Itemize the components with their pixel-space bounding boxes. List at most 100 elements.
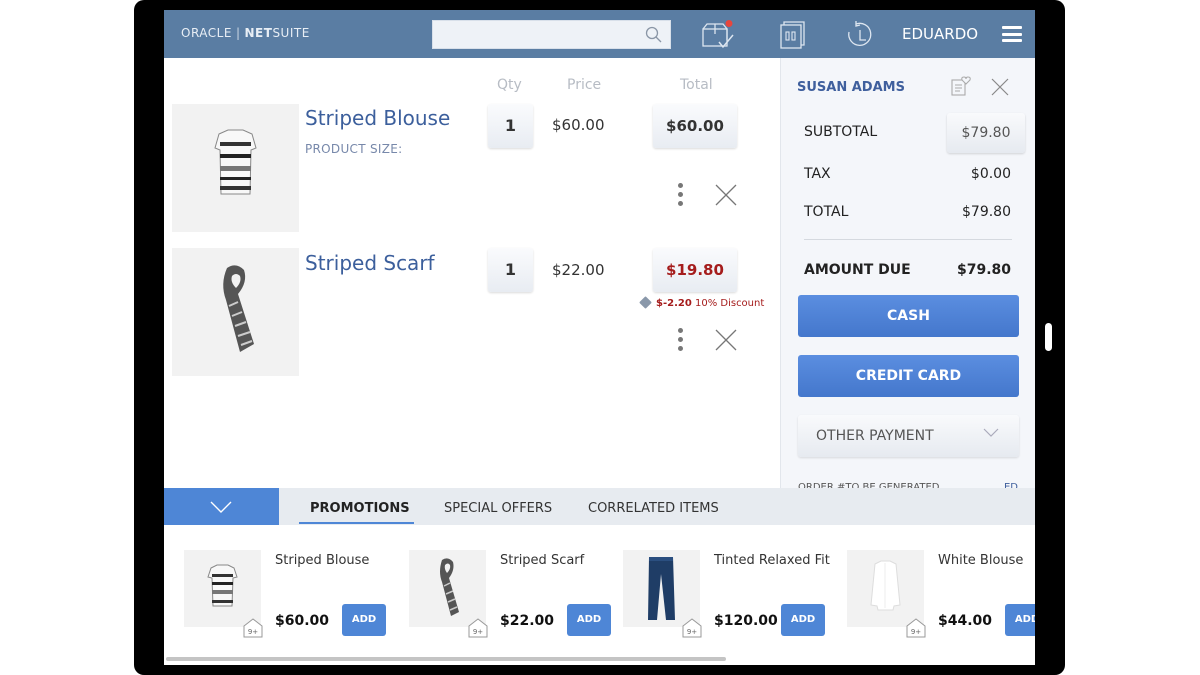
search-input[interactable] [432, 20, 671, 49]
suggestion-image[interactable] [847, 550, 924, 627]
add-button[interactable]: ADD [567, 604, 611, 636]
stock-badge: 9+ [468, 618, 488, 638]
suggestion-name: Tinted Relaxed Fit [714, 553, 830, 568]
total-label: TOTAL [804, 204, 849, 220]
amount-due-value: $79.80 [956, 262, 1011, 278]
cash-button[interactable]: CASH [798, 295, 1019, 337]
add-button[interactable]: ADD [781, 604, 825, 636]
remove-item-icon[interactable] [714, 183, 738, 207]
suggestion-card: Striped Scarf $22.00 ADD 9+ [409, 550, 624, 650]
tablet-home-indicator [1045, 323, 1052, 351]
logo-net: NET [244, 26, 273, 40]
warehouse-icon: 9+ [243, 618, 263, 638]
tab-special-offers[interactable]: SPECIAL OFFERS [444, 501, 552, 516]
package-check-icon[interactable] [700, 20, 734, 50]
history-icon[interactable] [844, 20, 878, 50]
subtotal-label: SUBTOTAL [804, 124, 878, 140]
scarf-icon [440, 558, 459, 616]
warehouse-icon: 9+ [906, 618, 926, 638]
summary-divider [804, 239, 1012, 240]
suggestions-tab-bar: PROMOTIONS SPECIAL OFFERS CORRELATED ITE… [164, 488, 1035, 525]
unit-price: $22.00 [552, 261, 605, 279]
stock-badge: 9+ [682, 618, 702, 638]
top-header: ORACLE | NETSUITE EDUARDO [164, 10, 1035, 58]
remove-item-icon[interactable] [714, 328, 738, 352]
amount-due-label: AMOUNT DUE [804, 262, 911, 278]
logo-separator: | [235, 26, 241, 40]
blouse-icon [207, 564, 238, 607]
chevron-down-icon [983, 428, 999, 437]
discount-amount: $-2.20 [656, 298, 692, 309]
customer-name[interactable]: SUSAN ADAMS [797, 80, 905, 95]
svg-text:9+: 9+ [911, 628, 921, 636]
tax-label: TAX [804, 166, 831, 182]
suggestion-price: $44.00 [938, 613, 993, 629]
other-payment-label: OTHER PAYMENT [816, 428, 934, 444]
line-total[interactable]: $60.00 [653, 104, 737, 148]
total-value: $79.80 [962, 204, 1011, 220]
svg-text:9+: 9+ [248, 628, 258, 636]
register-icon[interactable] [776, 20, 810, 50]
discount-note: $-2.20 10% Discount [639, 296, 765, 309]
notification-dot [725, 20, 733, 27]
line-total[interactable]: $19.80 [653, 248, 737, 292]
column-price: Price [567, 77, 602, 93]
column-qty: Qty [497, 77, 522, 93]
stock-badge: 9+ [243, 618, 263, 638]
jeans-icon [648, 557, 675, 620]
collapse-panel-button[interactable] [164, 488, 279, 525]
stock-badge: 9+ [906, 618, 926, 638]
close-customer-icon[interactable] [991, 78, 1009, 96]
suggestion-image[interactable] [623, 550, 700, 627]
discount-label: 10% Discount [694, 298, 765, 309]
customer-favorites-icon[interactable] [951, 76, 973, 96]
suggestion-name: White Blouse [938, 553, 1024, 568]
quantity-field[interactable]: 1 [488, 104, 533, 148]
suggestion-card: White Blouse $44.00 ADD 9+ [847, 550, 1035, 650]
other-payment-dropdown[interactable]: OTHER PAYMENT [798, 415, 1019, 457]
suggestion-card: Striped Blouse $60.00 ADD 9+ [184, 550, 399, 650]
blouse-icon [214, 129, 257, 195]
more-options-icon[interactable] [676, 328, 684, 354]
credit-card-button[interactable]: CREDIT CARD [798, 355, 1019, 397]
suggestion-image[interactable] [409, 550, 486, 627]
suggestion-price: $22.00 [500, 613, 555, 629]
quantity-field[interactable]: 1 [488, 248, 533, 292]
horizontal-scrollbar[interactable] [166, 657, 726, 661]
tag-icon [639, 296, 652, 309]
svg-text:9+: 9+ [687, 628, 697, 636]
scarf-icon [223, 265, 254, 352]
product-image-scarf [172, 248, 299, 376]
suggestion-price: $60.00 [275, 613, 330, 629]
product-size-label: PRODUCT SIZE: [305, 142, 403, 156]
suggestion-card: Tinted Relaxed Fit $120.00 ADD 9+ [623, 550, 838, 650]
logo-oracle: ORACLE [181, 26, 232, 40]
svg-text:9+: 9+ [473, 628, 483, 636]
warehouse-icon: 9+ [468, 618, 488, 638]
active-tab-indicator [299, 522, 414, 524]
unit-price: $60.00 [552, 116, 605, 134]
subtotal-value[interactable]: $79.80 [947, 113, 1025, 153]
white-blouse-icon [870, 560, 901, 611]
cart-list: Qty Price Total Striped Blouse PRODUCT S… [164, 58, 780, 488]
tab-promotions[interactable]: PROMOTIONS [310, 501, 410, 516]
logo-suite: SUITE [272, 26, 310, 40]
suggestion-image[interactable] [184, 550, 261, 627]
suggestion-name: Striped Scarf [500, 553, 585, 568]
more-options-icon[interactable] [676, 183, 684, 209]
product-name[interactable]: Striped Scarf [305, 251, 435, 275]
suggestions-carousel: Striped Blouse $60.00 ADD 9+ Striped Sca… [164, 525, 1035, 665]
search-icon[interactable] [645, 26, 662, 43]
hamburger-menu-icon[interactable] [1002, 26, 1022, 42]
column-total: Total [680, 77, 713, 93]
tax-value: $0.00 [970, 166, 1011, 182]
product-image-blouse [172, 104, 299, 232]
tab-correlated-items[interactable]: CORRELATED ITEMS [588, 501, 719, 516]
order-summary-panel: SUSAN ADAMS SUBTOTAL $79.80 TAX $0.00 TO… [780, 58, 1035, 488]
add-button[interactable]: ADD [342, 604, 386, 636]
warehouse-icon: 9+ [682, 618, 702, 638]
add-button[interactable]: ADD [1005, 604, 1035, 636]
suggestion-price: $120.00 [714, 613, 778, 629]
user-name[interactable]: EDUARDO [902, 25, 978, 43]
product-name[interactable]: Striped Blouse [305, 106, 450, 130]
